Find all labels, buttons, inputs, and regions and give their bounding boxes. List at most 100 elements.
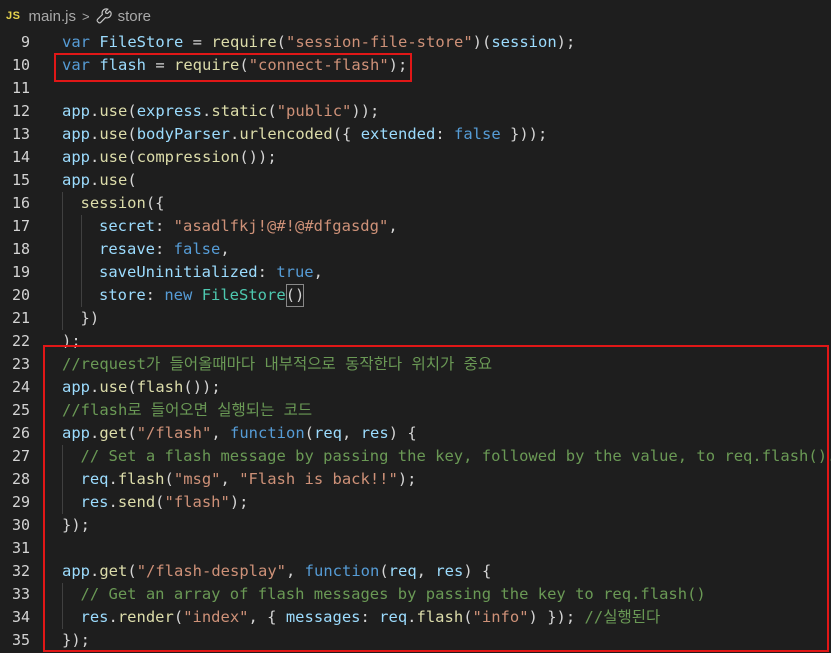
code-token: app xyxy=(62,171,90,189)
line-number: 12 xyxy=(11,102,30,120)
code-text: saveUninitialized: true, xyxy=(99,261,323,284)
code-token: secret xyxy=(99,217,155,235)
code-token: . xyxy=(90,102,100,120)
code-token: saveUninitialized xyxy=(99,263,258,281)
code-text: app.use(bodyParser.urlencoded({ extended… xyxy=(62,123,547,146)
code-token: )); xyxy=(351,102,380,120)
code-token: "session-file-store" xyxy=(286,33,473,51)
code-token: . xyxy=(230,125,240,143)
indent-guide xyxy=(62,307,63,330)
code-token: : xyxy=(257,263,277,281)
line-number: 19 xyxy=(11,263,30,281)
indent-guide xyxy=(62,215,63,238)
code-line[interactable]: 13 app.use(bodyParser.urlencoded({ extend… xyxy=(0,123,831,146)
code-token: })); xyxy=(500,125,548,143)
indent-guide xyxy=(62,261,63,284)
breadcrumb-symbol[interactable]: store xyxy=(118,8,151,25)
line-number: 32 xyxy=(11,562,30,580)
code-token: use xyxy=(99,148,128,166)
line-number: 27 xyxy=(11,447,30,465)
code-token: app xyxy=(62,148,90,166)
line-number: 22 xyxy=(11,332,30,350)
line-number: 35 xyxy=(11,631,30,649)
line-number: 20 xyxy=(11,286,30,304)
highlight-box-flash-require xyxy=(54,53,412,82)
code-token: resave xyxy=(99,240,155,258)
code-token: true xyxy=(276,263,314,281)
line-number: 18 xyxy=(11,240,30,258)
code-token: ({ xyxy=(332,125,361,143)
breadcrumb-file[interactable]: main.js xyxy=(28,8,76,25)
breadcrumb: JS main.js > store xyxy=(0,0,831,32)
code-token: ( xyxy=(267,102,277,120)
code-line[interactable]: 21}) xyxy=(0,307,831,330)
code-token: "public" xyxy=(276,102,352,120)
wrench-icon xyxy=(96,8,112,24)
code-token: compression xyxy=(136,148,240,166)
indent-guide xyxy=(62,192,63,215)
code-text: var FileStore = require("session-file-st… xyxy=(62,32,575,54)
highlight-box-flash-routes xyxy=(43,345,829,652)
code-line[interactable]: 16 session({ xyxy=(0,192,831,215)
code-token: new xyxy=(164,286,193,304)
code-token: ); xyxy=(556,33,576,51)
code-token: ()); xyxy=(239,148,277,166)
code-line[interactable]: 18 resave: false, xyxy=(0,238,831,261)
code-token: false xyxy=(173,240,221,258)
code-token: = xyxy=(183,33,212,51)
javascript-file-icon: JS xyxy=(6,10,21,22)
line-number: 23 xyxy=(11,355,30,373)
indent-guide xyxy=(80,261,82,284)
code-line[interactable]: 12 app.use(express.static("public")); xyxy=(0,100,831,123)
code-token: bodyParser xyxy=(136,125,231,143)
code-token: ( xyxy=(127,171,137,189)
line-number: 21 xyxy=(11,309,30,327)
code-token: "asadlfkj!@#!@#dfgasdg" xyxy=(173,217,389,235)
code-token: var xyxy=(62,33,90,51)
code-token: session xyxy=(491,33,557,51)
code-token: FileStore xyxy=(99,33,184,51)
line-number: 13 xyxy=(11,125,30,143)
line-number: 9 xyxy=(20,33,30,51)
code-token: ( xyxy=(127,102,137,120)
code-token: : xyxy=(145,286,165,304)
code-text: resave: false, xyxy=(99,238,230,261)
code-token: app xyxy=(62,102,90,120)
code-token: . xyxy=(202,102,212,120)
line-number: 15 xyxy=(11,171,30,189)
code-token: static xyxy=(211,102,268,120)
code-token: : xyxy=(435,125,455,143)
code-token: require xyxy=(211,33,277,51)
line-number: 17 xyxy=(11,217,30,235)
code-line[interactable]: 17 secret: "asadlfkj!@#!@#dfgasdg", xyxy=(0,215,831,238)
line-number: 33 xyxy=(11,585,30,603)
code-token: . xyxy=(90,171,100,189)
code-line[interactable]: 14 app.use(compression()); xyxy=(0,146,831,169)
code-token: ( xyxy=(276,33,287,51)
code-token: . xyxy=(90,148,100,166)
code-token: ({ xyxy=(145,194,165,212)
code-token: , xyxy=(313,263,323,281)
code-line[interactable]: 9 var FileStore = require("session-file-s… xyxy=(0,32,831,54)
code-token: urlencoded xyxy=(239,125,333,143)
line-number: 28 xyxy=(11,470,30,488)
line-number: 11 xyxy=(11,79,30,97)
code-line[interactable]: 20 store: new FileStore() xyxy=(0,284,831,307)
code-token: FileStore xyxy=(201,286,286,304)
code-token: , xyxy=(220,240,230,258)
code-token: . xyxy=(90,125,100,143)
code-token: express xyxy=(136,102,203,120)
code-text: secret: "asadlfkj!@#!@#dfgasdg", xyxy=(99,215,398,238)
code-line[interactable]: 15 app.use( xyxy=(0,169,831,192)
code-text: session({ xyxy=(81,192,165,215)
code-line[interactable]: 19 saveUninitialized: true, xyxy=(0,261,831,284)
indent-guide xyxy=(80,215,82,238)
line-number: 24 xyxy=(11,378,30,396)
code-text: app.use(compression()); xyxy=(62,146,277,169)
code-token: extended xyxy=(360,125,436,143)
line-number: 10 xyxy=(11,56,30,74)
code-token: use xyxy=(99,171,128,189)
indent-guide xyxy=(80,284,82,307)
code-token: )( xyxy=(472,33,492,51)
line-number: 16 xyxy=(11,194,30,212)
